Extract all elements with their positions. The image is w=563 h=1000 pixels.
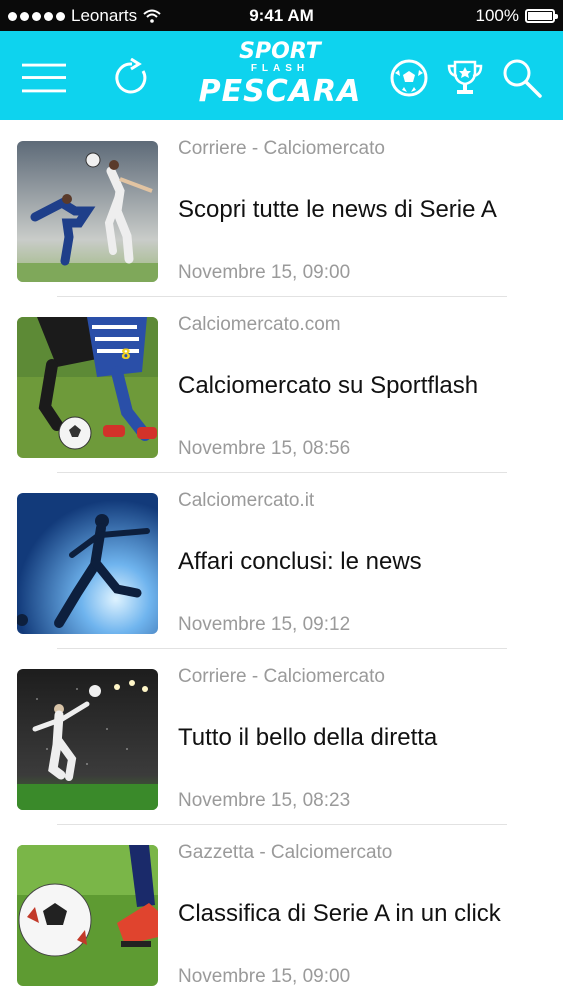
news-time: Novembre 15, 09:00 (178, 966, 351, 987)
logo-line-3: PESCARA (198, 74, 362, 109)
soccer-ball-icon[interactable] (387, 56, 431, 100)
nav-bar: SPORT FLASH PESCARA (0, 31, 563, 120)
news-thumbnail (17, 493, 158, 634)
news-thumbnail (17, 669, 158, 810)
logo-line-1: SPORT (239, 39, 321, 64)
logo-line-2: FLASH (250, 63, 310, 74)
trophy-icon[interactable] (443, 56, 487, 100)
news-source: Calciomercato.com (178, 314, 341, 335)
news-title[interactable]: Calciomercato su Sportflash (178, 372, 478, 400)
news-item[interactable]: Corriere - Calciomercato Scopri tutte le… (0, 121, 563, 297)
svg-text:8: 8 (121, 347, 131, 363)
status-bar: Leonarts 9:41 AM 100% (0, 0, 563, 31)
news-time: Novembre 15, 08:56 (178, 438, 351, 459)
news-item[interactable]: Calciomercato.it Affari conclusi: le new… (0, 473, 563, 649)
news-time: Novembre 15, 08:23 (178, 790, 351, 811)
hamburger-icon[interactable] (22, 56, 66, 100)
news-item[interactable]: Gazzetta - Calciomercato Classifica di S… (0, 825, 563, 1000)
news-thumbnail: 8 (17, 317, 158, 458)
news-feed: Corriere - Calciomercato Scopri tutte le… (0, 121, 563, 1000)
news-title[interactable]: Classifica di Serie A in un click (178, 900, 501, 928)
news-title[interactable]: Tutto il bello della diretta (178, 724, 437, 752)
status-bar-right: 100% (475, 6, 558, 26)
news-title[interactable]: Scopri tutte le news di Serie A (178, 196, 497, 224)
battery-icon (525, 9, 558, 23)
news-source: Corriere - Calciomercato (178, 666, 385, 687)
news-time: Novembre 15, 09:00 (178, 262, 351, 283)
battery-percent: 100% (475, 6, 519, 25)
news-thumbnail (17, 845, 158, 986)
app-logo: SPORT FLASH PESCARA (180, 40, 380, 114)
news-time: Novembre 15, 09:12 (178, 614, 351, 635)
refresh-icon[interactable] (110, 56, 154, 100)
news-thumbnail (17, 141, 158, 282)
news-title[interactable]: Affari conclusi: le news (178, 548, 422, 576)
news-item[interactable]: Corriere - Calciomercato Tutto il bello … (0, 649, 563, 825)
news-source: Corriere - Calciomercato (178, 138, 385, 159)
news-source: Calciomercato.it (178, 490, 315, 511)
search-icon[interactable] (500, 56, 544, 100)
news-item[interactable]: 8 Calciomercato.com Calciomercato su Spo… (0, 297, 563, 473)
news-source: Gazzetta - Calciomercato (178, 842, 393, 863)
